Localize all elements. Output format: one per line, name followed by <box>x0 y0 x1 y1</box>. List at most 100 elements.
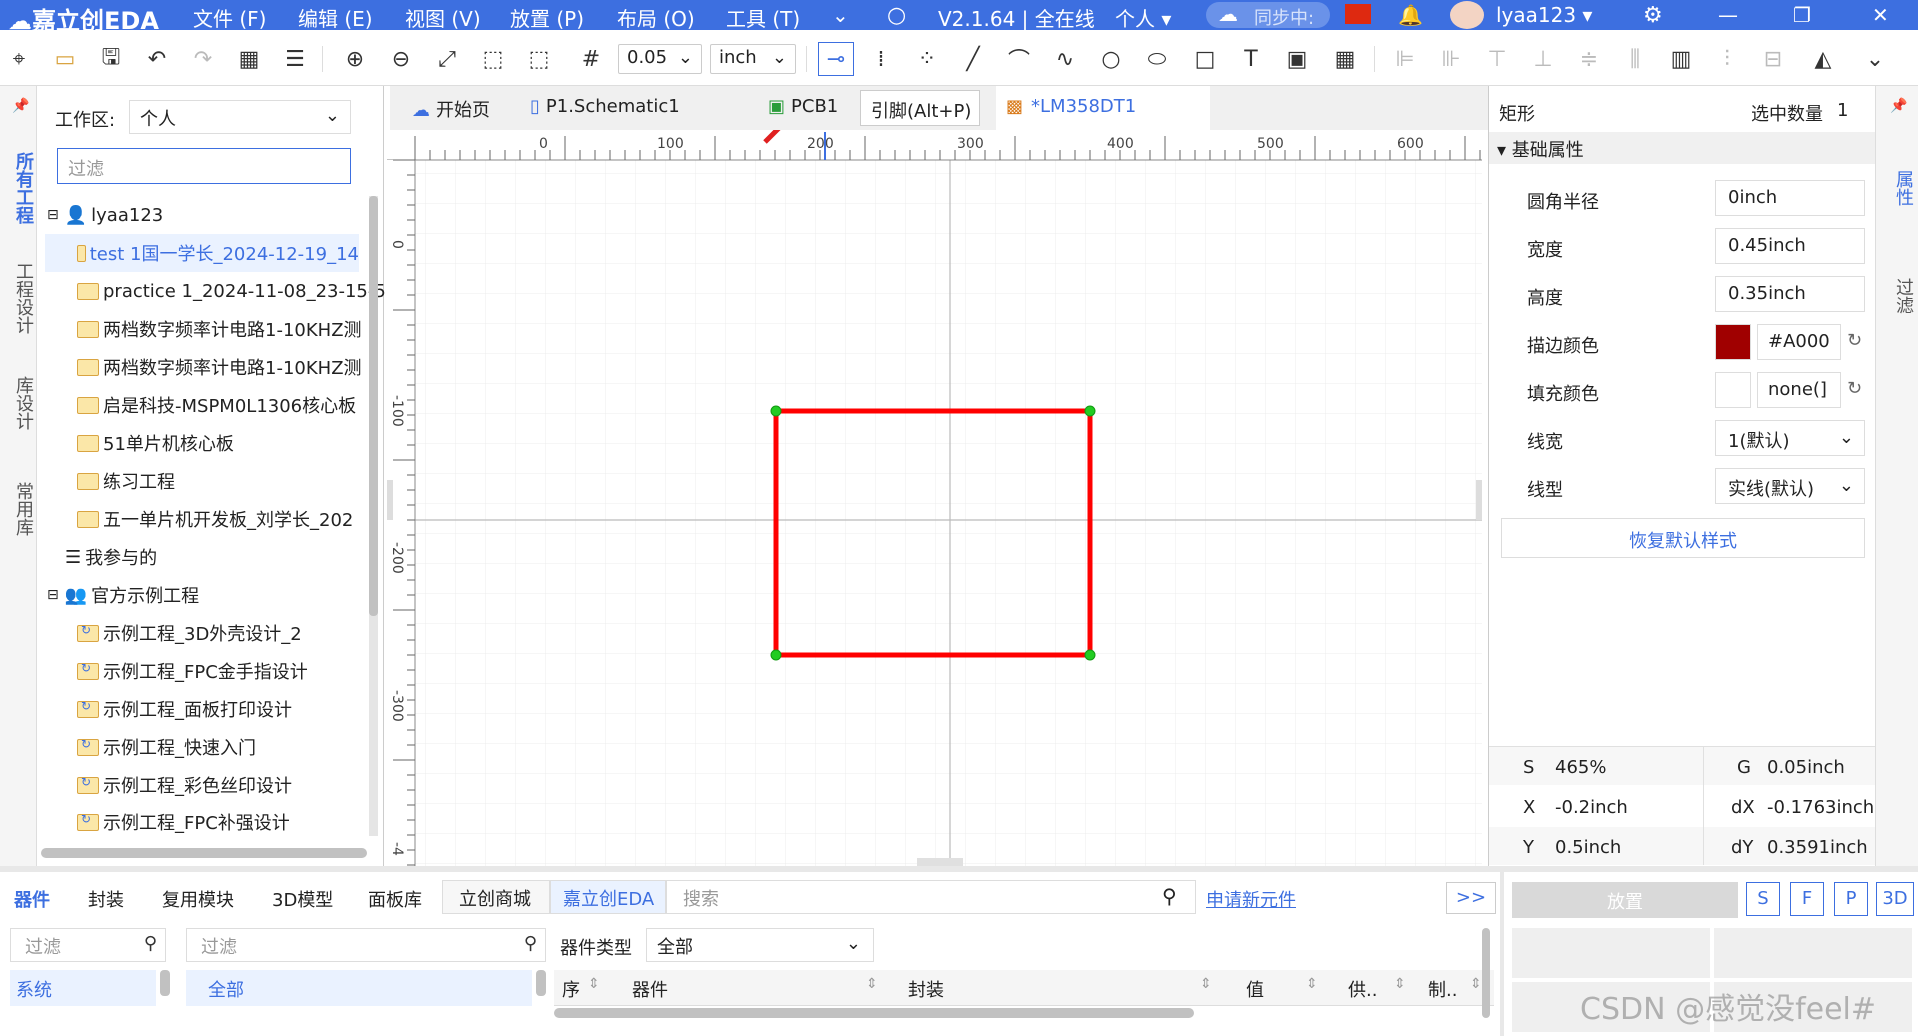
zoom-in-icon[interactable]: ⊕ <box>340 44 370 74</box>
tree-scrollbar[interactable] <box>369 196 378 836</box>
subcategory-filter-input[interactable]: 过滤 ⚲ <box>186 928 546 962</box>
results-v-scrollbar[interactable] <box>1482 928 1490 1018</box>
column-header[interactable]: 供.. <box>1348 976 1377 1002</box>
menu-tools[interactable]: 工具 (T) <box>726 3 800 32</box>
tree-item[interactable]: 示例工程_彩色丝印设计 <box>77 766 407 804</box>
tree-user[interactable]: ⊟ 👤 lyaa123 <box>47 196 377 234</box>
sort-icon[interactable]: ⇕ <box>588 976 600 992</box>
tree-item[interactable]: 五一单片机开发板_刘学长_202 <box>77 500 407 538</box>
settings-gear-icon[interactable]: ⚙ <box>1643 3 1663 28</box>
sort-icon[interactable]: ⇕ <box>1306 976 1318 992</box>
pin-array-icon[interactable]: ⁞ <box>866 44 896 74</box>
sort-icon[interactable]: ⇕ <box>1470 976 1482 992</box>
minimize-icon[interactable]: — <box>1718 3 1738 27</box>
grid-layout-icon[interactable]: ▦ <box>234 44 264 74</box>
resize-handle[interactable] <box>1084 405 1096 417</box>
menu-layout[interactable]: 布局 (O) <box>617 3 695 32</box>
resize-handle[interactable] <box>770 405 782 417</box>
reset-style-button[interactable]: 恢复默认样式 <box>1501 518 1865 558</box>
notification-bell-icon[interactable]: 🔔 <box>1398 3 1423 27</box>
bezier-tool-icon[interactable]: ∿ <box>1050 44 1080 74</box>
align-center-icon[interactable]: ⊪ <box>1436 44 1466 74</box>
search-icon[interactable]: ⚲ <box>1162 884 1177 908</box>
redo-icon[interactable]: ↷ <box>188 44 218 74</box>
menu-place[interactable]: 放置 (P) <box>510 3 584 32</box>
collapse-right-handle[interactable] <box>1476 480 1482 520</box>
tree-item[interactable]: 两档数字频率计电路1-10KHZ测 <box>77 310 407 348</box>
ellipse-tool-icon[interactable]: ⬭ <box>1142 44 1172 74</box>
menu-edit[interactable]: 编辑 (E) <box>298 3 373 32</box>
save-icon[interactable]: 🖫 <box>96 44 126 74</box>
mode-s-button[interactable]: S <box>1746 882 1780 916</box>
restore-icon[interactable]: ❐ <box>1793 3 1811 27</box>
place-button[interactable]: 放置 <box>1512 882 1738 918</box>
open-folder-icon[interactable]: ▭ <box>50 44 80 74</box>
tab-components[interactable]: 器件 <box>14 886 50 912</box>
category-scrollbar[interactable] <box>160 970 170 996</box>
arrange-icon[interactable]: ⊟ <box>1758 44 1788 74</box>
select-tool-icon[interactable]: ⌖ <box>4 44 34 74</box>
canvas-svg[interactable] <box>387 66 1482 866</box>
tab-pcb[interactable]: ▣ PCB1 <box>758 86 846 130</box>
tab-filter[interactable]: 过滤 <box>1886 278 1914 314</box>
reset-fill-icon[interactable]: ↻ <box>1847 378 1862 399</box>
column-header[interactable]: 器件 <box>632 976 668 1002</box>
line-tool-icon[interactable]: ╱ <box>958 44 988 74</box>
tree-item[interactable]: 51单片机核心板 <box>77 424 407 462</box>
table-tool-icon[interactable]: ▦ <box>1330 44 1360 74</box>
tree-item-selected[interactable]: test 1国一学长_2024-12-19_14 <box>45 234 359 272</box>
section-basic-properties[interactable]: ▾ 基础属性 <box>1489 132 1876 164</box>
tab-schematic[interactable]: ▯ P1.Schematic1 <box>520 86 688 130</box>
reset-stroke-icon[interactable]: ↻ <box>1847 330 1862 351</box>
circle-tool-icon[interactable]: ○ <box>1096 44 1126 74</box>
tab-library-design[interactable]: 库设计 <box>6 376 34 430</box>
zoom-select-icon[interactable]: ⬚ <box>524 44 554 74</box>
tab-footprints[interactable]: 封装 <box>88 886 124 912</box>
tree-item[interactable]: practice 1_2024-11-08_23-15-5 <box>77 272 407 310</box>
symbol-canvas[interactable]: 0 100 200 300 400 500 600 0 -100 -200 -3… <box>387 66 1482 866</box>
distribute-v-icon[interactable]: ⫶ <box>1712 44 1742 74</box>
tab-panel-library[interactable]: 面板库 <box>368 886 422 912</box>
distribute-h-icon[interactable]: ▥ <box>1666 44 1696 74</box>
component-type-select[interactable]: 全部 ⌄ <box>646 928 874 962</box>
tab-all-projects[interactable]: 所有工程 <box>6 152 34 224</box>
align-left-icon[interactable]: ⊫ <box>1390 44 1420 74</box>
tab-lm358dt1-active[interactable]: ▩ *LM358DT1 <box>996 86 1210 130</box>
apply-new-component-link[interactable]: 申请新元件 <box>1206 886 1296 912</box>
stroke-color-input[interactable]: #A000 <box>1757 324 1841 360</box>
height-input[interactable]: 0.35inch <box>1715 276 1865 312</box>
mode-f-button[interactable]: F <box>1790 882 1824 916</box>
pin-matrix-icon[interactable]: ⁘ <box>912 44 942 74</box>
tab-3d-models[interactable]: 3D模型 <box>272 886 333 912</box>
tab-jlc-eda[interactable]: 嘉立创EDA <box>550 880 666 914</box>
arc-tool-icon[interactable]: ⌒ <box>1004 44 1034 74</box>
tree-item[interactable]: 示例工程_FPC补强设计 <box>77 804 407 840</box>
corner-radius-input[interactable]: 0inch <box>1715 180 1865 216</box>
column-header[interactable]: 序 <box>562 976 580 1002</box>
align-top-icon[interactable]: ⊤ <box>1482 44 1512 74</box>
scrollbar-thumb[interactable] <box>369 196 378 616</box>
line-style-select[interactable]: 实线(默认) ⌄ <box>1715 468 1865 504</box>
fill-color-swatch[interactable] <box>1715 372 1751 408</box>
list-icon[interactable]: ☰ <box>280 44 310 74</box>
collapse-bottom-handle[interactable] <box>917 858 963 866</box>
undo-icon[interactable]: ↶ <box>142 44 172 74</box>
tab-reuse-modules[interactable]: 复用模块 <box>162 886 234 912</box>
category-system[interactable]: 系统 <box>10 970 156 1006</box>
sort-icon[interactable]: ⇕ <box>1394 976 1406 992</box>
width-input[interactable]: 0.45inch <box>1715 228 1865 264</box>
avatar[interactable] <box>1450 1 1484 29</box>
library-search-input[interactable]: 搜索 <box>666 880 1196 914</box>
fill-color-input[interactable]: none(] <box>1757 372 1841 408</box>
menu-more-chevron-icon[interactable]: ⌄ <box>832 3 849 27</box>
align-bottom-icon[interactable]: ⊥ <box>1528 44 1558 74</box>
grid-icon[interactable]: # <box>576 44 606 74</box>
tree-participated[interactable]: ☰ 我参与的 <box>65 538 395 576</box>
more-button[interactable]: >> <box>1446 882 1496 914</box>
username[interactable]: lyaa123 ▾ <box>1496 3 1592 27</box>
zoom-out-icon[interactable]: ⊖ <box>386 44 416 74</box>
stroke-color-swatch[interactable] <box>1715 324 1751 360</box>
fit-view-icon[interactable]: ⤢ <box>432 44 462 74</box>
tree-item[interactable]: 示例工程_FPC金手指设计 <box>77 652 407 690</box>
line-width-select[interactable]: 1(默认) ⌄ <box>1715 420 1865 456</box>
